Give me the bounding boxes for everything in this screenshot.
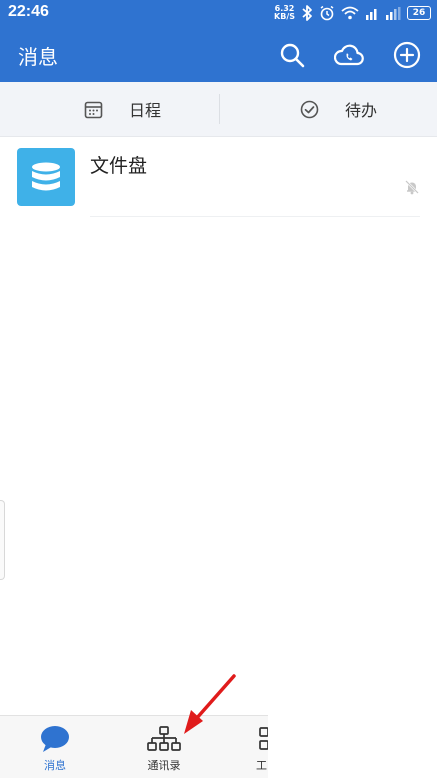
search-icon xyxy=(280,43,305,68)
network-speed: 6.32 KB/S xyxy=(274,5,295,21)
tab-todo-label: 待办 xyxy=(345,101,378,120)
tab-schedule[interactable]: 日程 xyxy=(84,82,161,136)
signal-hd-icon xyxy=(386,7,401,20)
nav-messages-label: 消息 xyxy=(44,759,66,772)
network-speed-unit: KB/S xyxy=(274,12,295,21)
search-button[interactable] xyxy=(277,40,307,70)
calendar-icon xyxy=(84,101,103,118)
nav-work-label: 工 xyxy=(256,759,267,772)
battery-indicator: 26 xyxy=(407,6,431,20)
page-title: 消息 xyxy=(18,45,58,69)
tab-schedule-label: 日程 xyxy=(129,101,162,120)
cloud-phone-button[interactable] xyxy=(334,40,364,70)
bluetooth-icon xyxy=(302,5,312,21)
check-circle-icon xyxy=(300,100,319,118)
nav-contacts-label: 通讯录 xyxy=(147,759,181,772)
org-chart-icon xyxy=(147,726,181,751)
tab-divider xyxy=(219,94,220,124)
status-icons: 6.32 KB/S 26 xyxy=(274,4,431,22)
mute-bell-icon xyxy=(405,180,419,195)
cloud-phone-icon xyxy=(334,44,364,66)
tab-todo[interactable]: 待办 xyxy=(300,82,377,136)
nav-work[interactable]: 工 xyxy=(218,716,268,778)
database-icon xyxy=(32,162,60,191)
nav-messages[interactable]: 消息 xyxy=(10,716,100,778)
signal-4g-icon xyxy=(366,9,377,20)
status-bar: 22:46 6.32 KB/S 26 xyxy=(0,0,437,28)
app-bar: 消息 xyxy=(0,28,437,82)
bottom-nav: 消息 通讯录 工 xyxy=(0,715,268,778)
avatar xyxy=(17,148,75,206)
apps-icon xyxy=(259,727,268,750)
add-circle-icon xyxy=(393,41,421,69)
conversation-item[interactable]: 文件盘 xyxy=(0,137,437,217)
nav-contacts[interactable]: 通讯录 xyxy=(119,716,209,778)
status-time: 22:46 xyxy=(8,3,49,20)
alarm-icon xyxy=(320,5,334,21)
conversation-name: 文件盘 xyxy=(90,155,148,177)
wifi-icon xyxy=(341,6,359,20)
chat-bubble-icon xyxy=(41,726,69,752)
add-button[interactable] xyxy=(392,40,422,70)
divider xyxy=(90,216,420,217)
edge-handle[interactable] xyxy=(0,500,5,580)
sub-tab-bar: 日程 待办 xyxy=(0,82,437,137)
